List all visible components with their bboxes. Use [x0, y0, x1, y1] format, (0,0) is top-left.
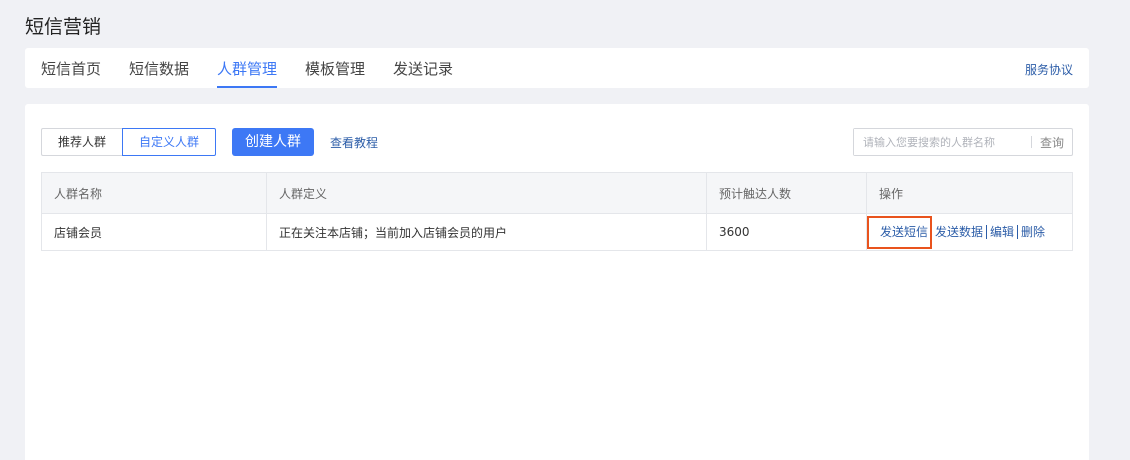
cell-audience-name: 店铺会员	[41, 213, 267, 251]
segment-custom[interactable]: 自定义人群	[122, 128, 217, 156]
send-data-action[interactable]: 发送数据	[932, 225, 986, 239]
column-header-actions: 操作	[866, 172, 1073, 214]
segment-recommended[interactable]: 推荐人群	[41, 128, 123, 156]
column-header-reach: 预计触达人数	[706, 172, 867, 214]
audience-type-toggle: 推荐人群 自定义人群	[41, 128, 217, 156]
tab-audience-management[interactable]: 人群管理	[217, 58, 278, 88]
view-tutorial-link[interactable]: 查看教程	[330, 134, 378, 151]
page-title: 短信营销	[25, 16, 102, 38]
search-box: 查询	[853, 128, 1073, 156]
highlight-box: 发送短信	[867, 215, 933, 249]
cell-reach-count: 3600	[706, 213, 867, 251]
service-agreement-link[interactable]: 服务协议	[1025, 61, 1073, 78]
audience-panel: 推荐人群 自定义人群 创建人群 查看教程 查询 人群名称 人群定义 预计触达人数…	[25, 104, 1089, 460]
edit-action[interactable]: 编辑	[987, 225, 1017, 239]
delete-action[interactable]: 删除	[1018, 225, 1048, 239]
tab-send-records[interactable]: 发送记录	[393, 58, 453, 88]
send-sms-action[interactable]: 发送短信	[880, 225, 928, 239]
tab-template-management[interactable]: 模板管理	[305, 58, 365, 88]
table-row: 店铺会员 正在关注本店铺；当前加入店铺会员的用户 3600 发送短信 发送数据 编辑…	[41, 213, 1073, 251]
tab-bar: 短信首页 短信数据 人群管理 模板管理 发送记录 服务协议	[25, 48, 1089, 88]
cell-audience-definition: 正在关注本店铺；当前加入店铺会员的用户	[266, 213, 707, 251]
column-header-definition: 人群定义	[266, 172, 707, 214]
column-header-name: 人群名称	[41, 172, 267, 214]
search-button[interactable]: 查询	[1032, 134, 1072, 151]
cell-actions: 发送短信 发送数据 编辑 删除	[866, 213, 1073, 251]
search-input[interactable]	[854, 129, 1031, 155]
tab-sms-home[interactable]: 短信首页	[41, 58, 101, 88]
table-header-row: 人群名称 人群定义 预计触达人数 操作	[41, 172, 1073, 214]
tab-sms-data[interactable]: 短信数据	[129, 58, 189, 88]
audience-table: 人群名称 人群定义 预计触达人数 操作 店铺会员 正在关注本店铺；当前加入店铺会…	[41, 172, 1073, 251]
create-audience-button[interactable]: 创建人群	[232, 128, 314, 156]
